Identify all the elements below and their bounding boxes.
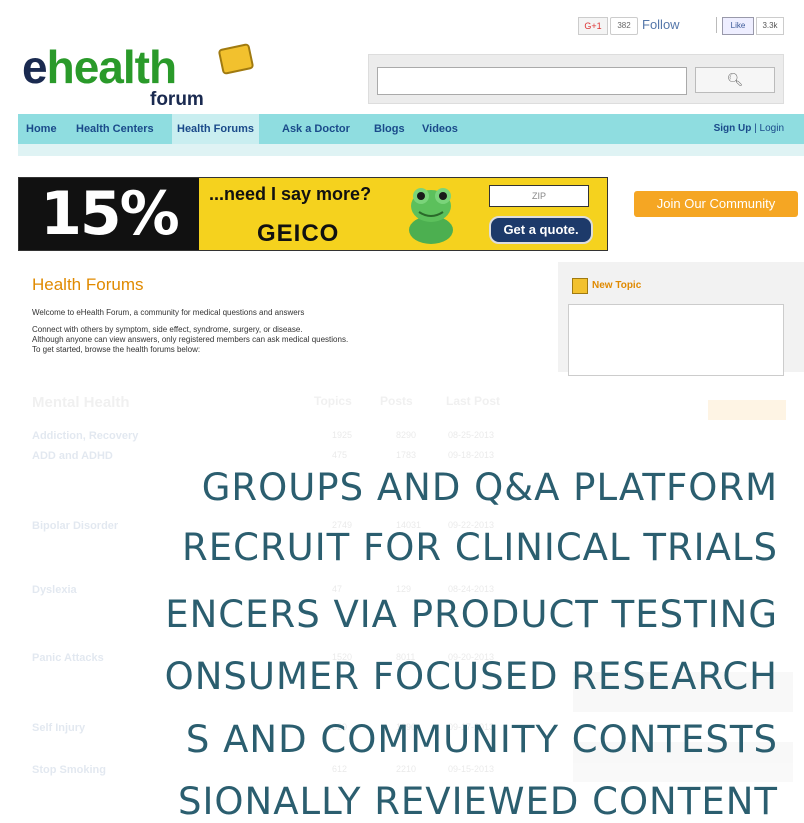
- row-posts: 14031: [396, 520, 422, 530]
- row-topics: 612: [332, 764, 348, 774]
- ad-tagline: ...need I say more?: [209, 184, 372, 204]
- logo-health: health: [46, 41, 177, 93]
- post-topic-button[interactable]: [708, 400, 786, 420]
- new-topic-textarea[interactable]: [568, 304, 784, 376]
- forum-row[interactable]: Bipolar Disorder: [32, 520, 118, 532]
- row-posts: 2210: [396, 764, 417, 774]
- nav-blogs[interactable]: Blogs: [374, 114, 405, 144]
- row-last: 09-20-2013: [448, 652, 495, 662]
- row-topics: 2749: [332, 520, 353, 530]
- account-links: Sign Up | Login: [713, 123, 784, 134]
- logo-forum: forum: [150, 89, 204, 110]
- row-posts: 8290: [396, 430, 417, 440]
- forum-row[interactable]: Addiction, Recovery: [32, 430, 138, 442]
- facebook-like-button[interactable]: Like: [722, 17, 754, 35]
- desc-line-3: To get started, browse the health forums…: [32, 345, 201, 354]
- page-title: Health Forums: [32, 275, 144, 294]
- screenshot-frame: G+1 382 Follow Like 3.3k ehealth forum 🔍…: [18, 0, 804, 813]
- nav-health-forums[interactable]: Health Forums: [172, 114, 260, 144]
- gecko-mascot-icon: [409, 188, 453, 244]
- row-topics: 475: [332, 450, 348, 460]
- section-title: Mental Health: [32, 394, 130, 411]
- follow-button[interactable]: Follow: [642, 17, 680, 33]
- row-topics: 1520: [332, 652, 353, 662]
- desc-line-1: Connect with others by symptom, side eff…: [32, 325, 303, 334]
- geico-ad-banner[interactable]: 15% ...need I say more? GEICO ZIP Get a …: [18, 177, 608, 251]
- logo-chat-icon: [217, 42, 255, 76]
- row-posts: 1690: [396, 722, 417, 732]
- row-topics: 1925: [332, 430, 353, 440]
- row-last: 08-25-2013: [448, 430, 495, 440]
- search-bar: 🔍︎: [368, 54, 784, 104]
- social-divider: [716, 17, 717, 33]
- row-last: 08-24-2013: [448, 584, 495, 594]
- row-topics: 320: [332, 722, 348, 732]
- search-icon: 🔍︎: [726, 72, 744, 87]
- ad-quote-button[interactable]: Get a quote.: [489, 216, 593, 244]
- nav-health-centers[interactable]: Health Centers: [76, 114, 154, 144]
- nav-videos[interactable]: Videos: [422, 114, 458, 144]
- join-community-button[interactable]: Join Our Community: [634, 191, 798, 217]
- new-topic-panel: New Topic: [558, 262, 804, 376]
- sidebar-item[interactable]: [573, 742, 793, 782]
- ad-percent: 15%: [19, 178, 199, 250]
- signup-link[interactable]: Sign Up: [714, 123, 752, 134]
- welcome-text: Welcome to eHealth Forum, a community fo…: [32, 308, 305, 317]
- ad-brand: GEICO: [257, 220, 340, 247]
- ad-zip-input[interactable]: ZIP: [489, 185, 589, 207]
- row-posts: 1783: [396, 450, 417, 460]
- forums-description: Connect with others by symptom, side eff…: [32, 325, 472, 355]
- site-logo[interactable]: ehealth forum: [22, 41, 255, 110]
- forum-table-faded: Mental Health Topics Posts Last Post Add…: [18, 372, 804, 813]
- forum-row[interactable]: Dyslexia: [32, 584, 77, 596]
- new-topic-icon: [572, 278, 588, 294]
- forum-row[interactable]: Stop Smoking: [32, 764, 106, 776]
- nav-ask-a-doctor[interactable]: Ask a Doctor: [282, 114, 350, 144]
- google-plus-count: 382: [610, 17, 638, 35]
- main-nav: Home Health Centers Health Forums Ask a …: [18, 114, 804, 144]
- sidebar-item[interactable]: [573, 672, 793, 712]
- row-last: 09-18-2013: [448, 450, 495, 460]
- google-plus-button[interactable]: G+1: [578, 17, 608, 35]
- facebook-like-count: 3.3k: [756, 17, 784, 35]
- col-last-post: Last Post: [446, 394, 501, 408]
- logo-e: e: [22, 41, 48, 93]
- search-button[interactable]: 🔍︎: [695, 67, 775, 93]
- col-posts: Posts: [380, 394, 413, 408]
- forum-row[interactable]: ADD and ADHD: [32, 450, 113, 462]
- row-last: 09-17-2013: [448, 722, 495, 732]
- new-topic-title: New Topic: [572, 278, 641, 294]
- row-last: 09-15-2013: [448, 764, 495, 774]
- forum-row[interactable]: Panic Attacks: [32, 652, 104, 664]
- forum-row[interactable]: Self Injury: [32, 722, 85, 734]
- nav-subbar: [18, 144, 804, 156]
- row-posts: 129: [396, 584, 412, 594]
- desc-line-2: Although anyone can view answers, only r…: [32, 335, 349, 344]
- row-last: 09-22-2013: [448, 520, 495, 530]
- search-input[interactable]: [377, 67, 687, 95]
- nav-home[interactable]: Home: [26, 114, 57, 144]
- login-link[interactable]: Login: [760, 123, 784, 134]
- col-topics: Topics: [314, 394, 352, 408]
- row-posts: 8011: [396, 652, 416, 662]
- row-topics: 47: [332, 584, 343, 594]
